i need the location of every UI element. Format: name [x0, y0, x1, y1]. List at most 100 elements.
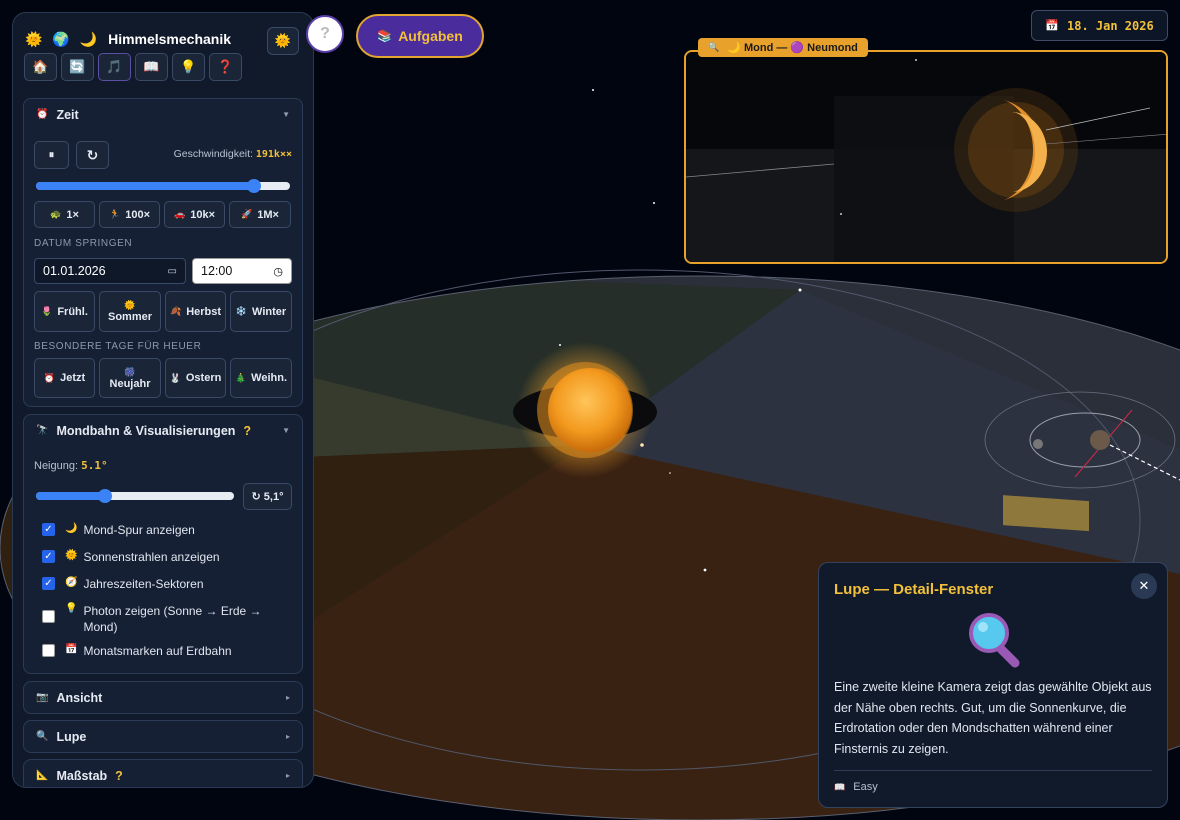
- magnifier-illustration-icon: [965, 611, 1023, 669]
- music-button[interactable]: 🎵: [98, 53, 131, 81]
- day-easter-button[interactable]: 🐰 Ostern: [165, 358, 226, 398]
- neigung-value: 5.1°: [81, 459, 108, 472]
- title-icons: 🌞 🌍 🌙: [25, 30, 101, 47]
- checkbox-sonnenstrahlen[interactable]: ✓: [42, 550, 55, 563]
- date-value: 01.01.2026: [43, 264, 106, 278]
- help-button[interactable]: ❓: [209, 53, 242, 81]
- speed-slider[interactable]: [36, 179, 290, 193]
- question-icon: ?: [320, 25, 330, 42]
- sun-theme-button[interactable]: 🌞: [267, 27, 299, 55]
- special-day-buttons: ⏰ Jetzt 🎆 Neujahr 🐰 Ostern 🎄 Weihn.: [34, 358, 292, 398]
- neigung-reset-button[interactable]: ↻ 5,1°: [243, 483, 292, 510]
- camera-icon: 📷: [36, 692, 49, 703]
- snowflake-icon: ❄️: [235, 306, 248, 316]
- date-input[interactable]: 01.01.2026 ▭: [34, 258, 186, 284]
- book-icon: 📖: [834, 782, 846, 792]
- speed-1x-button[interactable]: 🐢 1×: [34, 201, 95, 228]
- help-question-icon[interactable]: ?: [243, 424, 251, 438]
- speed-slider-fill: [36, 182, 255, 190]
- sun-icon: 🌞: [65, 550, 78, 561]
- day-now-button[interactable]: ⏰ Jetzt: [34, 358, 95, 398]
- season-winter-label: Winter: [252, 305, 287, 318]
- check-photon-label: Photon zeigen (Sonne → Erde → Mond): [83, 604, 262, 634]
- check-sonnenstrahlen[interactable]: ✓ 🌞 Sonnenstrahlen anzeigen: [42, 550, 220, 564]
- help-question-icon[interactable]: ?: [115, 769, 123, 783]
- sun-icon: 🌞: [274, 33, 292, 48]
- lupe-detail-window[interactable]: [684, 50, 1168, 264]
- speed-10kx-label: 10k×: [190, 208, 215, 221]
- pause-button[interactable]: ⏸: [34, 141, 69, 169]
- season-summer-button[interactable]: 🌞 Sommer: [99, 291, 161, 332]
- season-spring-button[interactable]: 🌷 Frühl.: [34, 291, 95, 332]
- reset-view-button[interactable]: 🔄: [61, 53, 94, 81]
- check-mond-spur[interactable]: ✓ 🌙 Mond-Spur anzeigen: [42, 523, 195, 537]
- calendar-icon: 📅: [1045, 19, 1059, 32]
- section-ansicht[interactable]: 📷 Ansicht ▸: [23, 681, 303, 714]
- speed-10kx-button[interactable]: 🚗 10k×: [164, 201, 225, 228]
- speed-slider-knob[interactable]: [247, 179, 262, 193]
- fireworks-icon: 🎆: [124, 366, 136, 377]
- section-massstab[interactable]: 📐 Maßstab ? ▸: [23, 759, 303, 787]
- section-massstab-title: Maßstab: [56, 768, 108, 783]
- season-autumn-button[interactable]: 🍂 Herbst: [165, 291, 226, 332]
- alarm-icon: ⏰: [43, 372, 56, 383]
- magnifier-icon: 🔍: [708, 42, 720, 52]
- check-mond-spur-label: Mond-Spur anzeigen: [83, 523, 195, 537]
- section-zeit-title: Zeit: [56, 107, 79, 122]
- section-mondbahn: 🔭 Mondbahn & Visualisierungen ? ▼ Neigun…: [23, 414, 303, 674]
- day-christmas-button[interactable]: 🎄 Weihn.: [230, 358, 292, 398]
- checkbox-photon[interactable]: [42, 610, 55, 623]
- bunny-icon: 🐰: [169, 372, 181, 383]
- chevron-right-icon: ▸: [285, 771, 290, 780]
- close-icon: ✕: [1138, 578, 1150, 593]
- neigung-slider-knob[interactable]: [98, 489, 113, 503]
- turtle-icon: 🐢: [50, 209, 62, 219]
- tips-button[interactable]: 💡: [172, 53, 205, 81]
- season-spring-label: Frühl.: [57, 305, 88, 318]
- speed-label: Geschwindigkeit:: [173, 148, 253, 160]
- day-newyear-label: Neujahr: [109, 377, 151, 390]
- day-newyear-button[interactable]: 🎆 Neujahr: [99, 358, 161, 398]
- neigung-label: Neigung:: [34, 460, 79, 472]
- aufgaben-button[interactable]: 📚 Aufgaben: [356, 14, 484, 58]
- tree-icon: 🎄: [234, 372, 247, 383]
- time-input[interactable]: 12:00 ◷: [192, 258, 292, 284]
- section-mondbahn-header[interactable]: 🔭 Mondbahn & Visualisierungen ? ▼: [24, 415, 302, 446]
- season-winter-button[interactable]: ❄️ Winter: [230, 291, 292, 332]
- section-lupe[interactable]: 🔍 Lupe ▸: [23, 720, 303, 753]
- season-summer-label: Sommer: [107, 311, 153, 323]
- speed-100x-label: 100×: [125, 208, 150, 221]
- help-circle-button[interactable]: ?: [306, 15, 344, 53]
- difficulty-label: Easy: [853, 781, 878, 793]
- day-now-label: Jetzt: [60, 372, 86, 384]
- earth: [1090, 430, 1110, 450]
- speed-1mx-button[interactable]: 🚀 1M×: [229, 201, 291, 228]
- sun-icon: 🌞: [124, 300, 136, 310]
- lupe-target-label: 🌙 Mond — 🟣 Neumond: [727, 42, 858, 54]
- section-ansicht-header[interactable]: 📷 Ansicht ▸: [24, 682, 302, 713]
- book-button[interactable]: 📖: [135, 53, 168, 81]
- season-autumn-label: Herbst: [186, 305, 222, 318]
- season-buttons: 🌷 Frühl. 🌞 Sommer 🍂 Herbst ❄️ Winter: [34, 291, 292, 332]
- special-days-label: Besondere Tage für heuer: [34, 341, 202, 352]
- bulb-icon: 💡: [180, 59, 197, 74]
- close-button[interactable]: ✕: [1131, 573, 1157, 599]
- speed-100x-button[interactable]: 🏃 100×: [99, 201, 160, 228]
- reset-time-button[interactable]: ↻: [76, 141, 109, 169]
- check-photon[interactable]: 💡 Photon zeigen (Sonne → Erde → Mond): [42, 603, 272, 635]
- current-date-label: 18. Jan 2026: [1067, 18, 1154, 33]
- current-date-badge: 📅 18. Jan 2026: [1031, 10, 1168, 41]
- control-sidebar: 🌞 🌍 🌙 Himmelsmechanik 🌞 🏠 🔄 🎵 📖 💡 ❓ ⏰ Ze…: [12, 12, 314, 788]
- day-easter-label: Ostern: [185, 372, 222, 384]
- section-massstab-header[interactable]: 📐 Maßstab ? ▸: [24, 760, 302, 787]
- check-jahreszeiten[interactable]: ✓ 🧭 Jahreszeiten-Sektoren: [42, 577, 204, 591]
- section-lupe-header[interactable]: 🔍 Lupe ▸: [24, 721, 302, 752]
- neigung-slider[interactable]: [36, 489, 234, 503]
- check-monatsmarken[interactable]: 📅 Monatsmarken auf Erdbahn: [42, 644, 232, 658]
- checkbox-jahreszeiten[interactable]: ✓: [42, 577, 55, 590]
- section-zeit-header[interactable]: ⏰ Zeit ▼: [24, 99, 302, 130]
- checkbox-mond-spur[interactable]: ✓: [42, 523, 55, 536]
- pause-icon: ⏸: [48, 148, 55, 161]
- checkbox-monatsmarken[interactable]: [42, 644, 55, 657]
- home-button[interactable]: 🏠: [24, 53, 57, 81]
